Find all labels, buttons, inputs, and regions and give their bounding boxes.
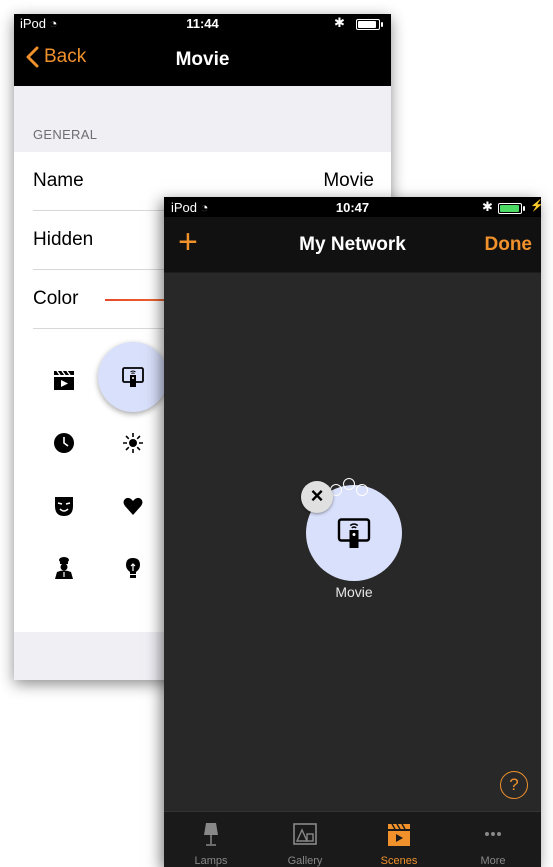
clapperboard-icon <box>388 823 410 846</box>
drag-indicator-bubbles <box>330 478 368 496</box>
tab-lamps[interactable]: Lamps <box>164 812 258 867</box>
tab-more[interactable]: More <box>446 812 540 867</box>
chef-icon[interactable] <box>44 548 84 588</box>
name-value: Movie <box>323 170 374 191</box>
mask-icon[interactable] <box>44 486 84 526</box>
tab-gallery[interactable]: Gallery <box>258 812 352 867</box>
battery-charging-icon <box>498 203 525 214</box>
battery-icon <box>356 19 383 30</box>
tab-label: Scenes <box>380 855 418 867</box>
lamp-icon <box>204 823 218 846</box>
clock-icon[interactable] <box>44 423 84 463</box>
done-button[interactable]: Done <box>485 234 533 256</box>
remote-icon-selected[interactable] <box>98 342 168 412</box>
sun-icon[interactable] <box>113 423 153 463</box>
tab-label: Gallery <box>287 855 323 867</box>
tab-scenes[interactable]: Scenes <box>352 812 446 867</box>
network-screen: iPod ◔ 10:47 ✱ ⚡ + My Network Done × Mov… <box>164 197 541 867</box>
page-title: Movie <box>175 49 230 70</box>
hidden-label: Hidden <box>33 229 94 250</box>
tab-bar: Lamps Gallery Scenes More <box>164 811 541 867</box>
status-bar: iPod ◔ 11:44 ✱ <box>14 14 391 34</box>
bluetooth-icon: ✱ <box>482 199 493 214</box>
charging-bolt-icon: ⚡ <box>530 200 541 212</box>
bulb-icon[interactable] <box>113 548 153 588</box>
navigation-bar: Back Movie <box>14 34 391 86</box>
heart-icon[interactable] <box>113 486 153 526</box>
clapperboard-icon[interactable] <box>44 360 84 400</box>
status-bar: iPod ◔ 10:47 ✱ ⚡ <box>164 197 541 217</box>
tab-label: More <box>480 855 506 867</box>
section-header-general: GENERAL <box>33 127 98 142</box>
bubble-icon <box>356 484 368 496</box>
remote-icon <box>337 518 371 548</box>
color-label: Color <box>33 288 79 309</box>
gallery-icon <box>293 823 317 845</box>
help-button[interactable]: ? <box>500 771 528 799</box>
more-icon <box>485 832 501 836</box>
bubble-icon <box>343 478 355 490</box>
delete-scene-button[interactable]: × <box>301 481 333 513</box>
bluetooth-icon: ✱ <box>334 15 345 30</box>
navigation-bar: + My Network Done <box>164 217 541 273</box>
tab-label: Lamps <box>194 855 228 867</box>
name-label: Name <box>33 170 84 191</box>
scene-label: Movie <box>335 584 373 600</box>
